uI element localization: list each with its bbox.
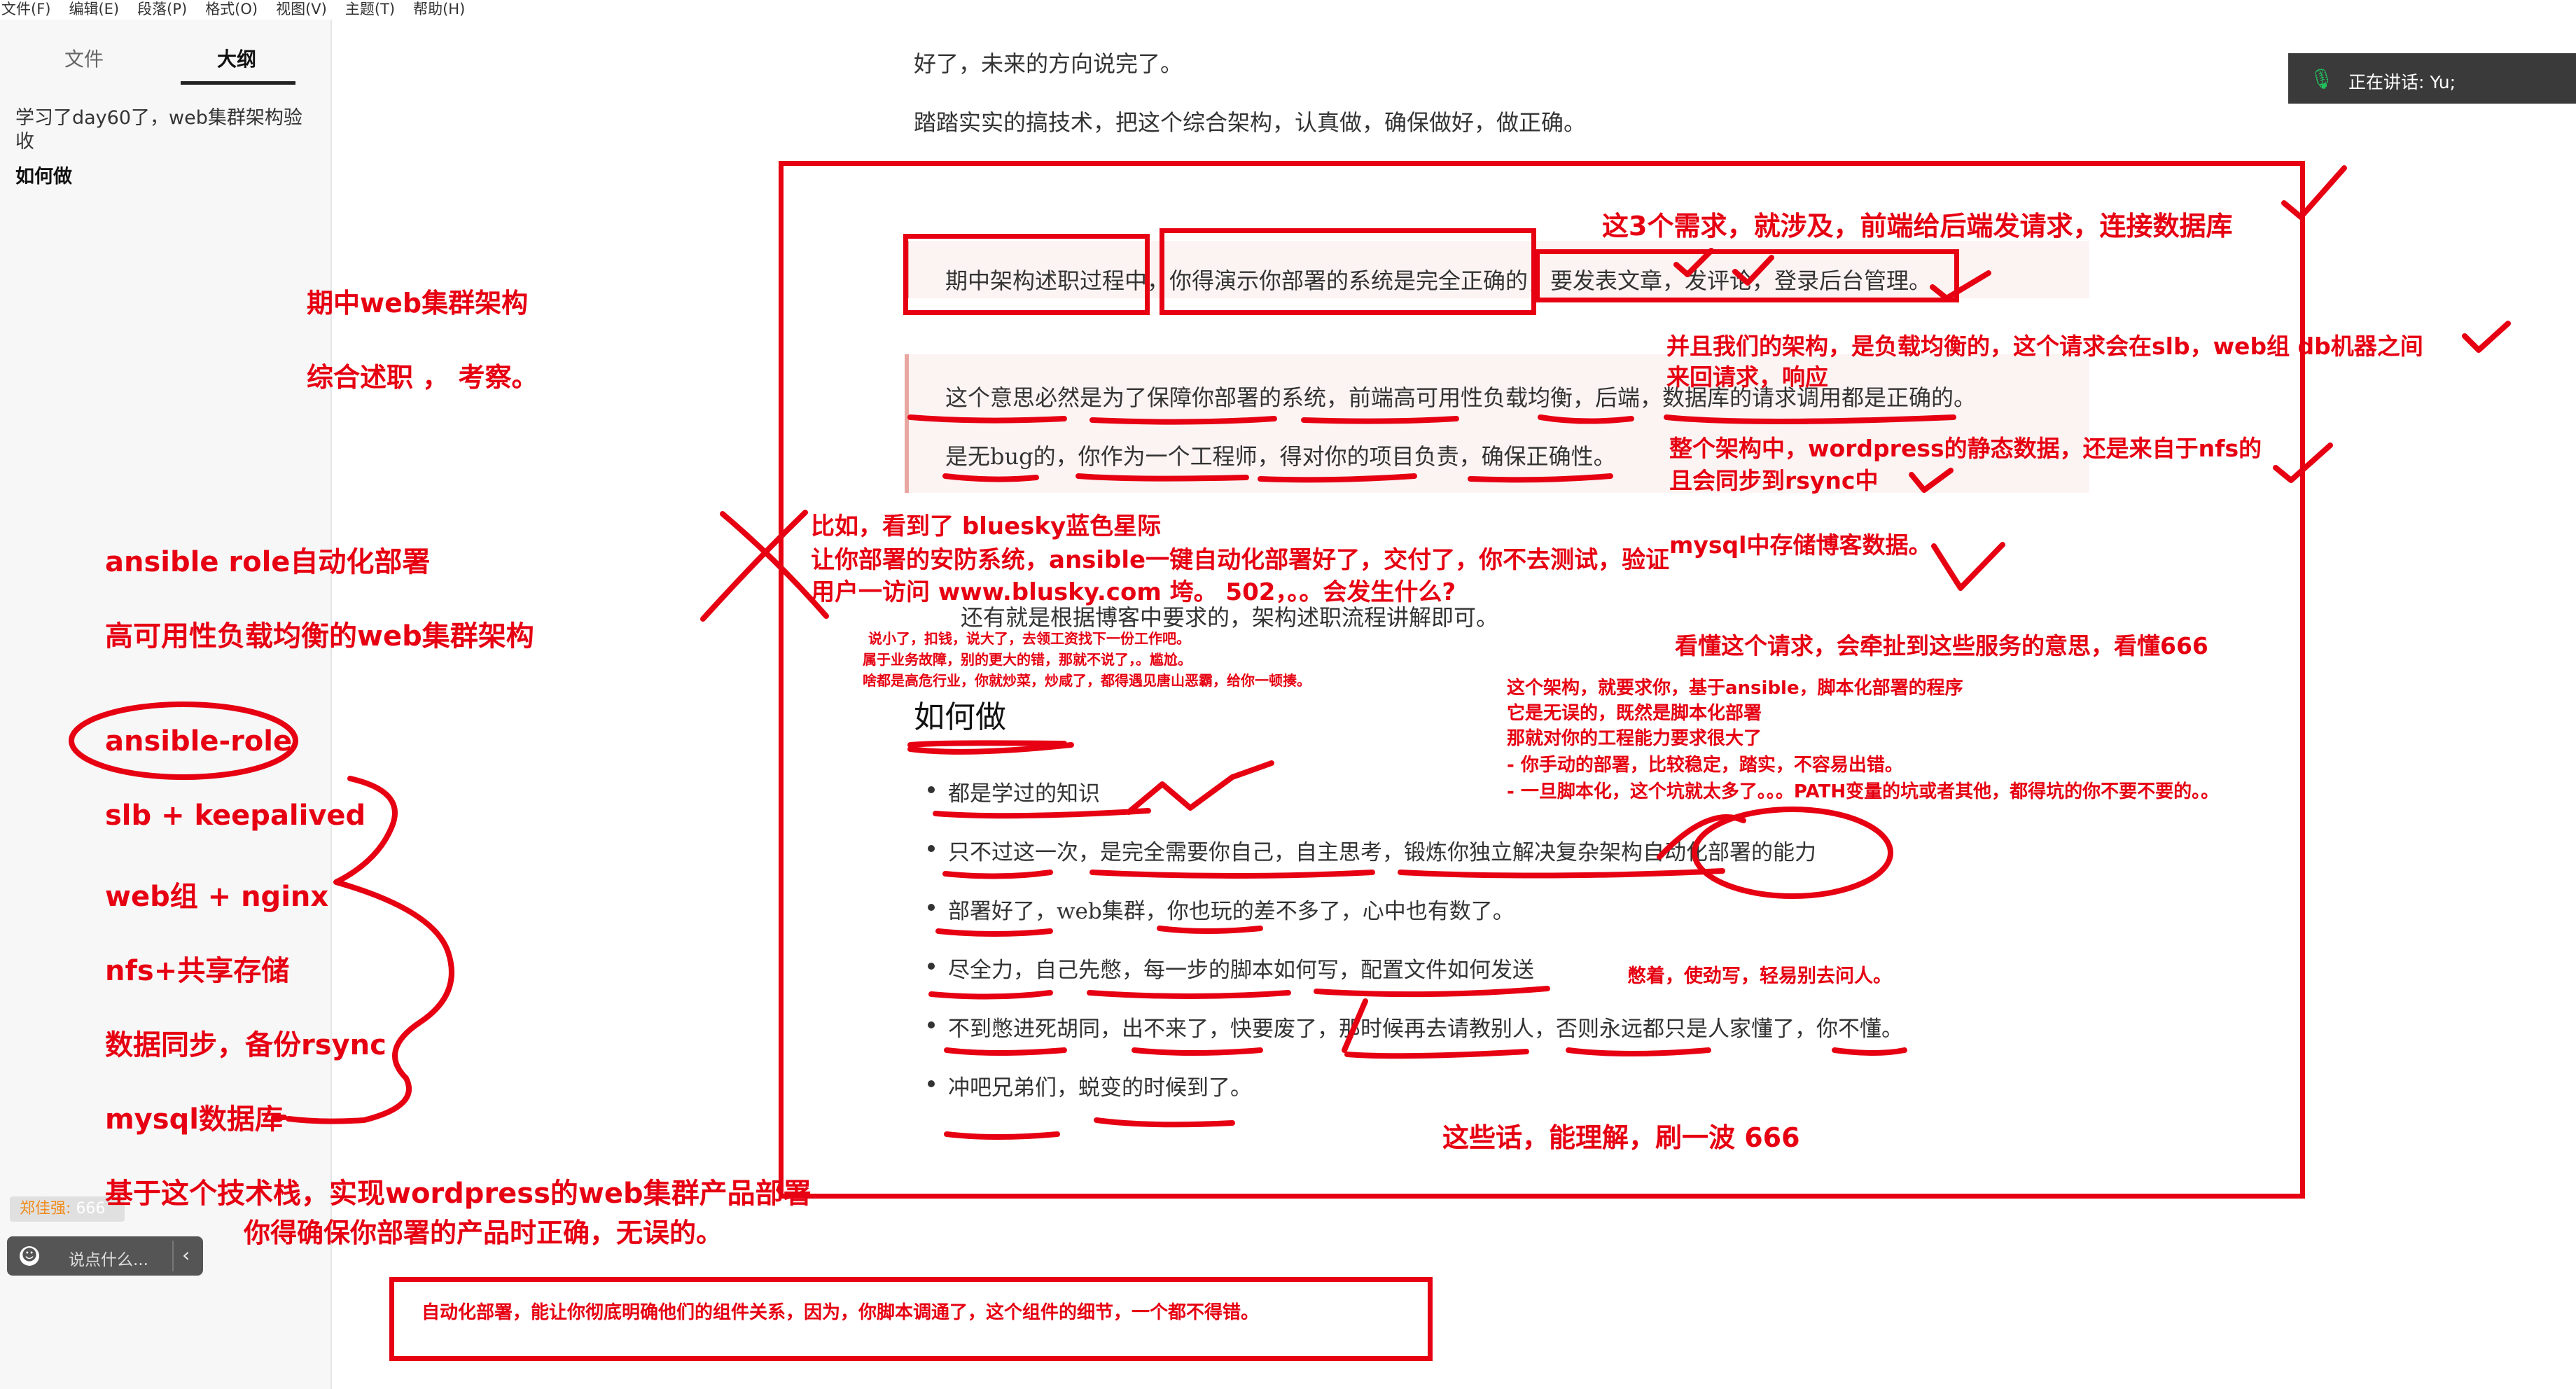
cross-mark-icon: [700, 510, 808, 622]
check-mark-icon: [1673, 248, 1714, 277]
check-mark-icon: [1909, 468, 1954, 493]
check-mark-icon: [1930, 270, 1991, 301]
check-mark-icon: [2281, 165, 2347, 220]
check-mark-icon: [1732, 255, 1774, 286]
check-mark-icon: [2462, 321, 2511, 353]
brace-mark: [286, 776, 454, 1124]
circle-mark: [69, 702, 298, 780]
check-mark-icon: [2273, 442, 2333, 483]
ink-strokes: [69, 165, 2511, 1140]
check-mark-icon: [1931, 542, 2005, 591]
cross-mark-icon: [720, 511, 829, 619]
